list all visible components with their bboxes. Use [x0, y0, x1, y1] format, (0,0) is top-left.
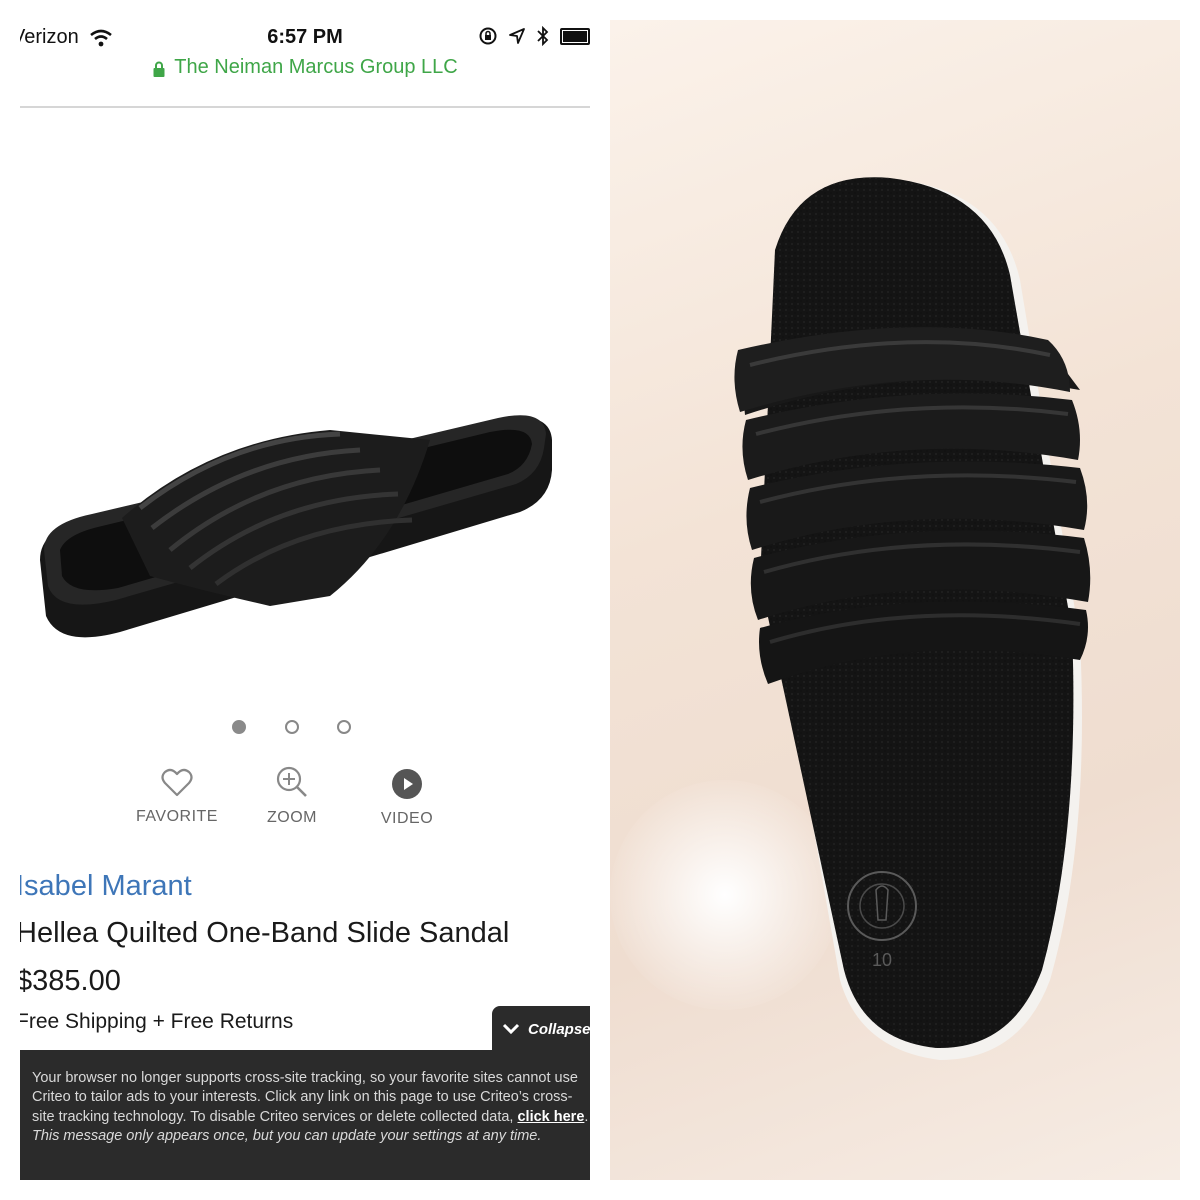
- product-image[interactable]: [30, 400, 570, 650]
- carousel-dot[interactable]: [285, 720, 299, 734]
- sandal-photo: 10: [610, 20, 1180, 1180]
- bluetooth-icon: [537, 26, 549, 46]
- play-icon: [392, 769, 422, 799]
- collapse-label: Collapse: [528, 1020, 590, 1038]
- battery-icon: [560, 27, 590, 45]
- video-button[interactable]: VIDEO: [352, 768, 462, 828]
- product-name: Hellea Quilted One-Band Slide Sandal: [20, 917, 510, 949]
- zoom-button[interactable]: ZOOM: [237, 765, 347, 827]
- brand-link[interactable]: Isabel Marant: [20, 870, 192, 903]
- shipping-info: Free Shipping + Free Returns: [20, 1010, 294, 1033]
- insole-size-text: 10: [872, 950, 892, 970]
- click-here-link[interactable]: click here: [517, 1109, 584, 1125]
- heart-icon: [161, 768, 193, 797]
- video-label: VIDEO: [380, 810, 434, 827]
- location-arrow-icon: [509, 28, 525, 44]
- carousel-dot[interactable]: [232, 720, 246, 734]
- status-icons: [478, 26, 590, 46]
- collapse-button[interactable]: Collapse: [492, 1006, 590, 1052]
- zoom-label: ZOOM: [267, 809, 317, 826]
- carousel-dots: [20, 720, 590, 738]
- site-identity: The Neiman Marcus Group LLC: [174, 56, 458, 78]
- banner-note: This message only appears once, but you …: [32, 1128, 542, 1145]
- zoom-in-icon: [276, 766, 307, 797]
- product-price: $385.00: [20, 965, 121, 997]
- banner-text: .: [584, 1108, 589, 1125]
- url-bar[interactable]: The Neiman Marcus Group LLC: [20, 54, 590, 108]
- lock-icon: [153, 61, 165, 77]
- sandal-photo-image: 10: [734, 177, 1091, 1060]
- status-bar: Verizon 6:57 PM: [20, 20, 590, 54]
- rotation-lock-icon: [479, 27, 497, 45]
- chevron-down-icon: [502, 1023, 520, 1035]
- favorite-button[interactable]: FAVORITE: [122, 768, 232, 826]
- carousel-dot[interactable]: [337, 720, 351, 734]
- favorite-label: FAVORITE: [136, 808, 218, 825]
- tracking-notice-banner: Your browser no longer supports cross-si…: [20, 1050, 590, 1180]
- phone-screenshot-panel: Verizon 6:57 PM: [20, 20, 590, 1180]
- banner-text: Your browser no longer supports cross-si…: [32, 1070, 578, 1125]
